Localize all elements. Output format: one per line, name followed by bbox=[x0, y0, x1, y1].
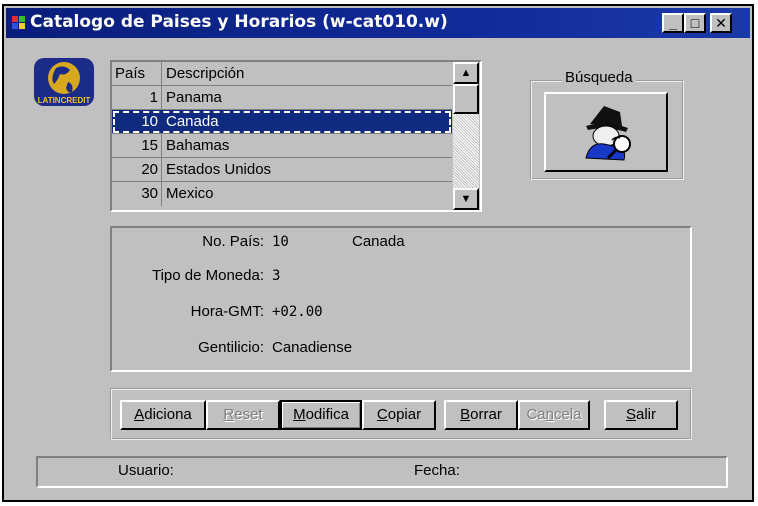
gmt-value: +02.00 bbox=[272, 304, 323, 320]
cancela-button[interactable]: Cancela bbox=[518, 400, 590, 430]
salir-label: alir bbox=[636, 406, 657, 423]
reset-label: eset bbox=[234, 406, 263, 423]
detective-magnifier-icon bbox=[585, 106, 631, 161]
cancela-label: cela bbox=[554, 406, 582, 423]
fecha-label: Fecha: bbox=[414, 462, 460, 479]
moneda-label: Tipo de Moneda: bbox=[151, 267, 264, 284]
gentilicio-label: Gentilicio: bbox=[198, 339, 264, 356]
salir-button[interactable]: Salir bbox=[604, 400, 678, 430]
modifica-mnemonic: M bbox=[293, 406, 306, 423]
logo-text: LATINCREDIT bbox=[38, 96, 91, 105]
pais-label: No. País: bbox=[202, 233, 264, 250]
cell-pais: 10 bbox=[112, 110, 162, 133]
cancela-label-start: Ca bbox=[526, 406, 546, 423]
scroll-down-arrow-icon[interactable]: ▼ bbox=[453, 188, 479, 210]
column-header-pais[interactable]: País bbox=[112, 62, 162, 85]
modifica-label: odifica bbox=[305, 406, 349, 423]
copiar-mnemonic: C bbox=[376, 406, 388, 423]
globe-logo-icon: LATINCREDIT bbox=[34, 58, 94, 106]
borrar-label: orrar bbox=[470, 406, 502, 423]
window-title: Catalogo de Paises y Horarios (w-cat010.… bbox=[30, 12, 448, 32]
scroll-up-arrow-icon[interactable]: ▲ bbox=[453, 62, 479, 84]
cell-pais: 30 bbox=[112, 182, 162, 206]
table-row[interactable]: 15 Bahamas bbox=[112, 134, 452, 158]
cell-descripcion: Panama bbox=[166, 89, 222, 106]
cell-pais: 20 bbox=[112, 158, 162, 181]
maximize-button[interactable]: □ bbox=[684, 13, 706, 33]
copiar-label: opiar bbox=[387, 406, 422, 423]
modifica-button[interactable]: Modifica bbox=[280, 400, 362, 430]
search-label: Búsqueda bbox=[562, 69, 636, 86]
cell-descripcion: Bahamas bbox=[166, 137, 230, 154]
grid-scrollbar[interactable]: ▲ ▼ bbox=[452, 62, 480, 210]
salir-mnemonic: S bbox=[625, 406, 636, 423]
close-button[interactable]: ✕ bbox=[710, 13, 732, 33]
cell-descripcion: Canada bbox=[166, 113, 219, 130]
reset-mnemonic: R bbox=[223, 406, 235, 423]
pais-id-value: 10 bbox=[272, 234, 289, 250]
scroll-thumb[interactable] bbox=[453, 84, 479, 114]
borrar-button[interactable]: Borrar bbox=[444, 400, 518, 430]
cell-descripcion: Mexico bbox=[166, 185, 214, 202]
gmt-label: Hora-GMT: bbox=[190, 303, 264, 320]
adiciona-label: diciona bbox=[144, 406, 192, 423]
gentilicio-value: Canadiense bbox=[272, 339, 353, 356]
pais-name-value: Canada bbox=[352, 233, 405, 250]
grid-header: País Descripción bbox=[112, 62, 452, 86]
table-row[interactable]: 30 Mexico bbox=[112, 182, 452, 206]
table-row[interactable]: 1 Panama bbox=[112, 86, 452, 110]
title-bar[interactable]: Catalogo de Paises y Horarios (w-cat010.… bbox=[6, 8, 750, 38]
table-row[interactable]: 20 Estados Unidos bbox=[112, 158, 452, 182]
adiciona-button[interactable]: Adiciona bbox=[120, 400, 206, 430]
country-grid[interactable]: País Descripción 1 Panama 10 Canada 15 B… bbox=[110, 60, 482, 212]
usuario-label: Usuario: bbox=[118, 462, 174, 479]
app-icon bbox=[12, 16, 26, 30]
borrar-mnemonic: B bbox=[460, 406, 471, 423]
search-button[interactable] bbox=[544, 92, 668, 172]
minimize-button[interactable]: _ bbox=[662, 13, 684, 33]
cancela-mnemonic: n bbox=[545, 406, 554, 423]
copiar-button[interactable]: Copiar bbox=[362, 400, 436, 430]
reset-button[interactable]: Reset bbox=[206, 400, 280, 430]
adiciona-mnemonic: A bbox=[134, 406, 145, 423]
column-header-descripcion[interactable]: Descripción bbox=[166, 62, 244, 85]
table-row-selected[interactable]: 10 Canada bbox=[112, 110, 452, 134]
moneda-value: 3 bbox=[272, 268, 281, 284]
cell-pais: 15 bbox=[112, 134, 162, 157]
cell-pais: 1 bbox=[112, 86, 162, 109]
cell-descripcion: Estados Unidos bbox=[166, 161, 272, 178]
